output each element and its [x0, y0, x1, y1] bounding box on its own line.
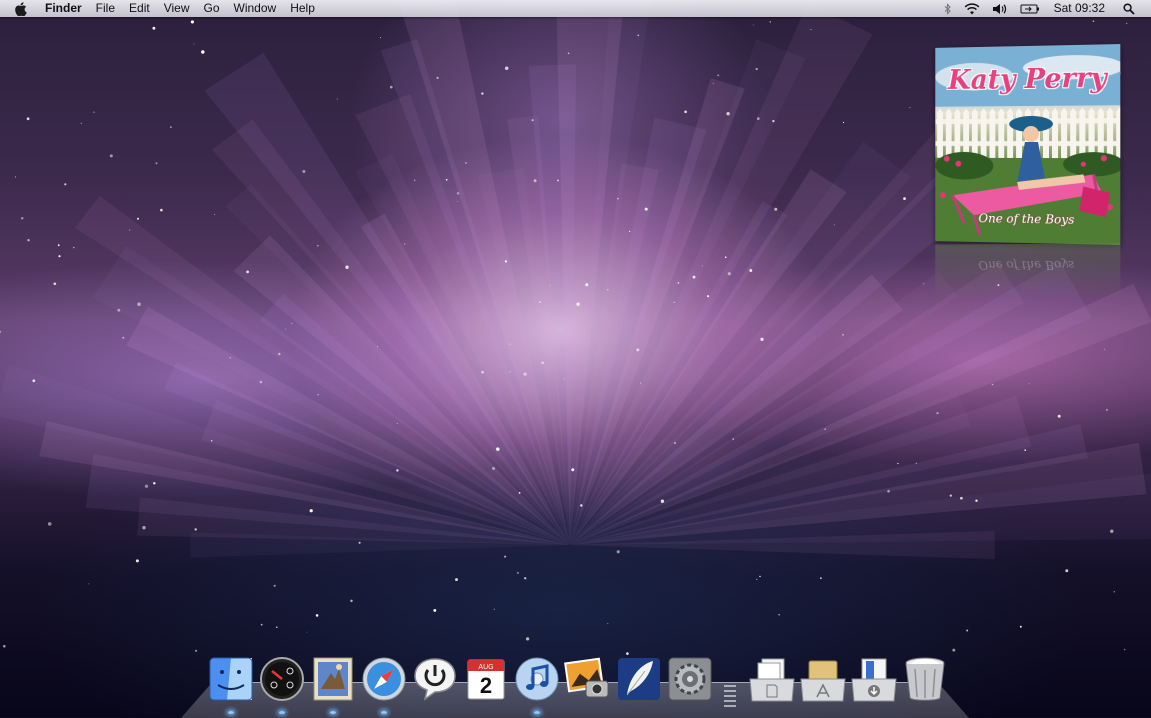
dock-safari[interactable] — [360, 655, 408, 714]
album-title-reflection: One of the Boys — [978, 257, 1075, 273]
feather-app-icon — [618, 658, 660, 700]
calendar-icon: AUG 2 — [467, 659, 505, 700]
menu-bar: Finder File Edit View Go Window Help Sat… — [0, 0, 1151, 17]
dock-iphoto[interactable] — [564, 655, 612, 707]
chat-power-icon — [414, 658, 456, 701]
dock-downloads-stack[interactable] — [850, 655, 898, 707]
itunes-running-indicator — [534, 711, 540, 714]
album-cover: Katy Perry One of the Boys — [935, 44, 1121, 245]
dock-feather-app[interactable] — [615, 655, 663, 707]
safari-icon — [362, 657, 406, 701]
dock-separator — [724, 682, 736, 717]
itunes-icon — [515, 657, 559, 701]
documents-stack-icon — [749, 658, 795, 702]
wifi-status[interactable] — [958, 0, 986, 17]
mail-icon — [313, 657, 353, 701]
battery-status[interactable] — [1014, 0, 1046, 17]
trash-icon — [905, 657, 945, 701]
menu-help[interactable]: Help — [283, 0, 322, 17]
dock-trash[interactable] — [901, 655, 949, 707]
bluetooth-status[interactable] — [938, 0, 958, 17]
album-reflection: One of the Boys — [935, 243, 1121, 300]
bluetooth-icon — [944, 2, 951, 15]
calendar-day: 2 — [480, 673, 492, 698]
finder-app-menu[interactable]: Finder — [38, 0, 89, 17]
battery-icon — [1020, 4, 1039, 13]
dock-chat-app[interactable] — [411, 655, 459, 707]
dock-documents-stack[interactable] — [748, 655, 796, 707]
menu-go[interactable]: Go — [197, 0, 227, 17]
spotlight-button[interactable] — [1117, 0, 1151, 17]
dock-system-preferences[interactable] — [666, 655, 714, 707]
apple-menu-button[interactable] — [0, 0, 38, 17]
wifi-icon — [964, 2, 979, 14]
dashboard-running-indicator — [279, 711, 285, 714]
iphoto-icon — [564, 657, 609, 698]
now-playing-widget[interactable]: Katy Perry One of the Boys One of the Bo… — [933, 44, 1121, 300]
menubar-clock[interactable]: Sat 09:32 — [1046, 0, 1117, 17]
finder-icon — [209, 657, 253, 701]
dock-applications-stack[interactable] — [799, 655, 847, 707]
calendar-month: AUG — [478, 664, 493, 671]
dock-dashboard[interactable] — [258, 655, 306, 714]
dock-calendar[interactable]: AUG 2 — [462, 655, 510, 707]
mail-running-indicator — [330, 711, 336, 714]
menu-file[interactable]: File — [89, 0, 122, 17]
dock-itunes[interactable] — [513, 655, 561, 714]
applications-stack-icon — [800, 660, 846, 702]
menu-edit[interactable]: Edit — [122, 0, 157, 17]
apple-logo-icon — [15, 1, 27, 16]
downloads-stack-icon — [851, 658, 897, 702]
dock-mail[interactable] — [309, 655, 357, 714]
finder-running-indicator — [228, 711, 234, 714]
album-artist: Katy Perry — [948, 62, 1107, 96]
safari-running-indicator — [381, 711, 387, 714]
dashboard-icon — [260, 657, 304, 701]
spotlight-search-icon — [1123, 2, 1135, 15]
menu-window[interactable]: Window — [227, 0, 284, 17]
system-preferences-icon — [668, 657, 712, 701]
volume-status[interactable] — [986, 0, 1014, 17]
volume-icon — [992, 3, 1006, 14]
dock-finder[interactable] — [207, 655, 255, 714]
menu-view[interactable]: View — [157, 0, 197, 17]
